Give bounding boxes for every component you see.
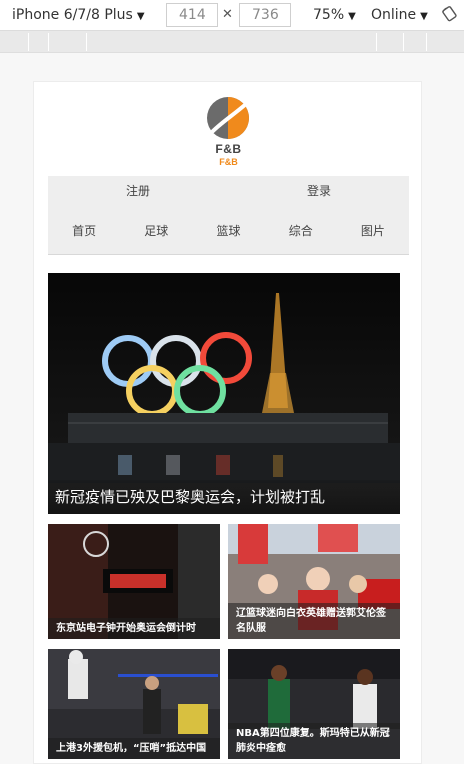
news-card[interactable]: 上港3外援包机，“压哨”抵达中国 [48, 649, 220, 759]
hero-news[interactable]: 新冠疫情已殃及巴黎奥运会，计划被打乱 [48, 273, 400, 514]
menu-item-home[interactable]: 首页 [48, 216, 120, 246]
login-link[interactable]: 登录 [229, 176, 409, 206]
dropdown-arrow-icon: ▼ [136, 11, 145, 22]
site-logo[interactable]: F&B F&B [34, 94, 421, 174]
times-icon: ✕ [222, 7, 233, 22]
menu-item-general[interactable]: 综合 [265, 216, 337, 246]
hero-image [48, 273, 400, 514]
device-select[interactable]: iPhone 6/7/8 Plus ▼ [12, 5, 145, 26]
width-field[interactable]: 414 [166, 3, 218, 27]
height-field[interactable]: 736 [239, 3, 291, 27]
dropdown-arrow-icon: ▼ [348, 11, 356, 22]
logo-icon [207, 97, 249, 139]
device-toolbar: iPhone 6/7/8 Plus ▼ 414 ✕ 736 75% ▼ Online… [0, 0, 464, 31]
news-caption: 辽篮球迷向白衣英雄赠送郭艾伦签名队服 [228, 603, 400, 639]
register-link[interactable]: 注册 [48, 176, 228, 206]
zoom-value: 75% [313, 7, 345, 23]
logo-text: F&B [215, 142, 242, 156]
news-card[interactable]: 东京站电子钟开始奥运会倒计时 [48, 524, 220, 639]
news-card[interactable]: NBA第四位康复。斯玛特已从新冠肺炎中痊愈 [228, 649, 400, 759]
network-select[interactable]: Online ▼ [371, 5, 428, 26]
device-name: iPhone 6/7/8 Plus [12, 7, 133, 23]
zoom-select[interactable]: 75% ▼ [313, 5, 356, 26]
media-query-bar[interactable] [0, 31, 464, 53]
rotate-icon[interactable] [441, 6, 457, 22]
dropdown-arrow-icon: ▼ [420, 11, 428, 22]
nav-bar: 注册 登录 首页 足球 篮球 综合 图片 [48, 176, 409, 255]
news-caption: 上港3外援包机，“压哨”抵达中国 [48, 738, 220, 759]
news-card[interactable]: 辽篮球迷向白衣英雄赠送郭艾伦签名队服 [228, 524, 400, 639]
hero-caption: 新冠疫情已殃及巴黎奥运会，计划被打乱 [48, 480, 400, 514]
network-value: Online [371, 7, 417, 23]
menu-item-basketball[interactable]: 篮球 [192, 216, 264, 246]
menu-item-football[interactable]: 足球 [120, 216, 192, 246]
menu-item-pictures[interactable]: 图片 [337, 216, 409, 246]
news-caption: NBA第四位康复。斯玛特已从新冠肺炎中痊愈 [228, 723, 400, 759]
mobile-page: F&B F&B 注册 登录 首页 足球 篮球 综合 图片 新冠疫情已殃及巴黎奥运… [33, 81, 422, 764]
logo-subtext: F&B [219, 157, 238, 167]
main-menu: 首页 足球 篮球 综合 图片 [48, 216, 409, 246]
news-caption: 东京站电子钟开始奥运会倒计时 [48, 618, 220, 639]
device-viewport: F&B F&B 注册 登录 首页 足球 篮球 综合 图片 新冠疫情已殃及巴黎奥运… [0, 53, 464, 764]
